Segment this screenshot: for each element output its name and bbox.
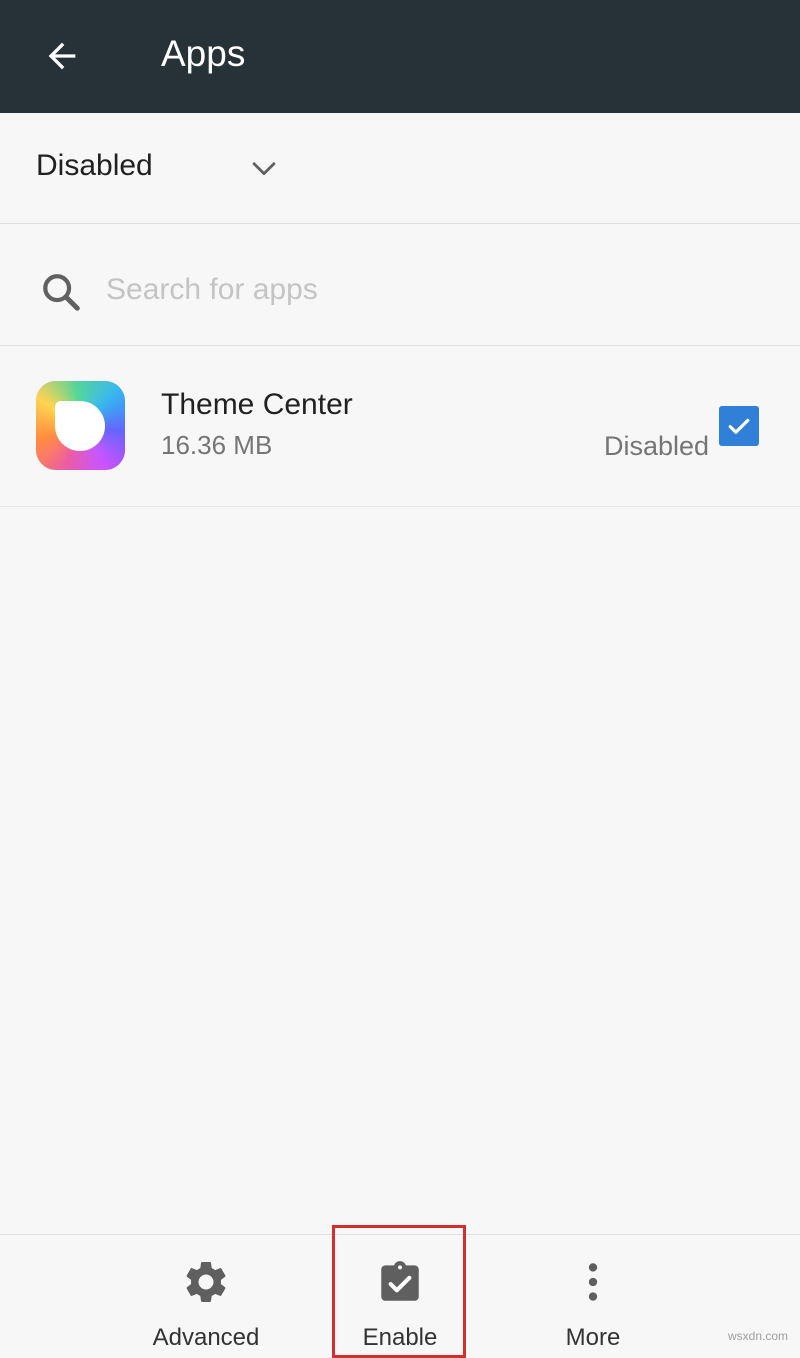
chevron-down-icon	[252, 162, 276, 176]
more-vertical-icon	[588, 1263, 598, 1301]
watermark: wsxdn.com	[728, 1329, 789, 1343]
page-title: Apps	[161, 33, 246, 74]
more-label: More	[565, 1324, 621, 1351]
advanced-button[interactable]: Advanced	[126, 1235, 286, 1357]
filter-dropdown[interactable]: Disabled	[0, 113, 800, 224]
search-input[interactable]	[106, 268, 746, 312]
clipboard-check-icon	[381, 1261, 419, 1301]
filter-selected-value: Disabled	[36, 149, 153, 182]
app-select-checkbox[interactable]	[719, 406, 759, 446]
arrow-back-icon	[48, 42, 76, 70]
checkmark-icon	[728, 418, 750, 434]
gear-icon	[186, 1262, 226, 1302]
app-name: Theme Center	[161, 388, 353, 421]
list-item[interactable]: Theme Center 16.36 MB Disabled	[0, 346, 800, 507]
theme-center-app-icon	[36, 381, 125, 470]
enable-button[interactable]: Enable	[320, 1235, 480, 1357]
bottom-action-bar: Advanced Enable More	[0, 1234, 800, 1357]
back-button[interactable]	[34, 28, 90, 84]
search-bar	[0, 224, 800, 346]
app-bar: Apps	[0, 0, 800, 113]
more-button[interactable]: More	[513, 1235, 673, 1357]
enable-label: Enable	[362, 1324, 438, 1351]
search-icon	[43, 274, 80, 311]
speech-bubble-icon	[55, 401, 105, 451]
app-size: 16.36 MB	[161, 430, 273, 460]
app-status: Disabled	[604, 431, 710, 461]
advanced-label: Advanced	[152, 1324, 260, 1351]
